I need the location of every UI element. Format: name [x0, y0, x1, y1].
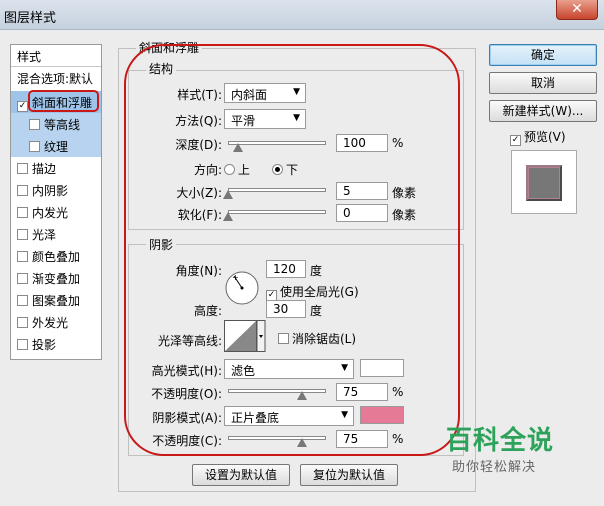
preview-checkbox[interactable]: ✓ 预览(V)	[510, 128, 566, 146]
reset-default-button[interactable]: 复位为默认值	[300, 464, 398, 486]
cancel-button[interactable]: 取消	[489, 72, 597, 94]
list-item-gradient-overlay[interactable]: 渐变叠加	[11, 267, 101, 289]
checkbox-contour[interactable]	[29, 119, 40, 130]
list-item-drop-shadow[interactable]: 投影	[11, 333, 101, 355]
watermark-subtitle: 助你轻松解决	[452, 460, 537, 475]
checkbox-outer-glow[interactable]	[17, 317, 28, 328]
preview-swatch	[526, 165, 562, 201]
window-title: 图层样式	[4, 11, 57, 26]
check-icon: ✓	[510, 135, 521, 146]
checkbox-color-overlay[interactable]	[17, 251, 28, 262]
list-item-stroke[interactable]: 描边	[11, 157, 101, 179]
close-button[interactable]: ✕	[556, 0, 598, 20]
list-item-satin[interactable]: 光泽	[11, 223, 101, 245]
list-item-outer-glow[interactable]: 外发光	[11, 311, 101, 333]
checkbox-drop-shadow[interactable]	[17, 339, 28, 350]
list-item-contour[interactable]: 等高线	[11, 113, 101, 135]
checkbox-pattern-overlay[interactable]	[17, 295, 28, 306]
styles-list-header: 样式	[11, 45, 101, 67]
list-item-inner-glow[interactable]: 内发光	[11, 201, 101, 223]
list-item-color-overlay[interactable]: 颜色叠加	[11, 245, 101, 267]
list-item-blending-options[interactable]: 混合选项:默认	[11, 67, 101, 89]
list-item-texture[interactable]: 纹理	[11, 135, 101, 157]
list-item-pattern-overlay[interactable]: 图案叠加	[11, 289, 101, 311]
list-item-inner-shadow[interactable]: 内阴影	[11, 179, 101, 201]
checkbox-bevel-emboss[interactable]: ✓	[17, 101, 28, 112]
checkbox-stroke[interactable]	[17, 163, 28, 174]
checkbox-texture[interactable]	[29, 141, 40, 152]
new-style-button[interactable]: 新建样式(W)...	[489, 100, 597, 122]
watermark-title: 百科全说	[446, 426, 555, 456]
checkbox-satin[interactable]	[17, 229, 28, 240]
checkbox-gradient-overlay[interactable]	[17, 273, 28, 284]
checkbox-inner-shadow[interactable]	[17, 185, 28, 196]
ok-button[interactable]: 确定	[489, 44, 597, 66]
annotation-highlight-oval	[124, 44, 460, 456]
preview-thumbnail	[511, 150, 577, 214]
title-bar: 图层样式 ✕	[0, 0, 604, 30]
annotation-highlight-rect	[28, 90, 99, 112]
close-icon: ✕	[571, 1, 583, 17]
checkbox-inner-glow[interactable]	[17, 207, 28, 218]
make-default-button[interactable]: 设置为默认值	[192, 464, 290, 486]
